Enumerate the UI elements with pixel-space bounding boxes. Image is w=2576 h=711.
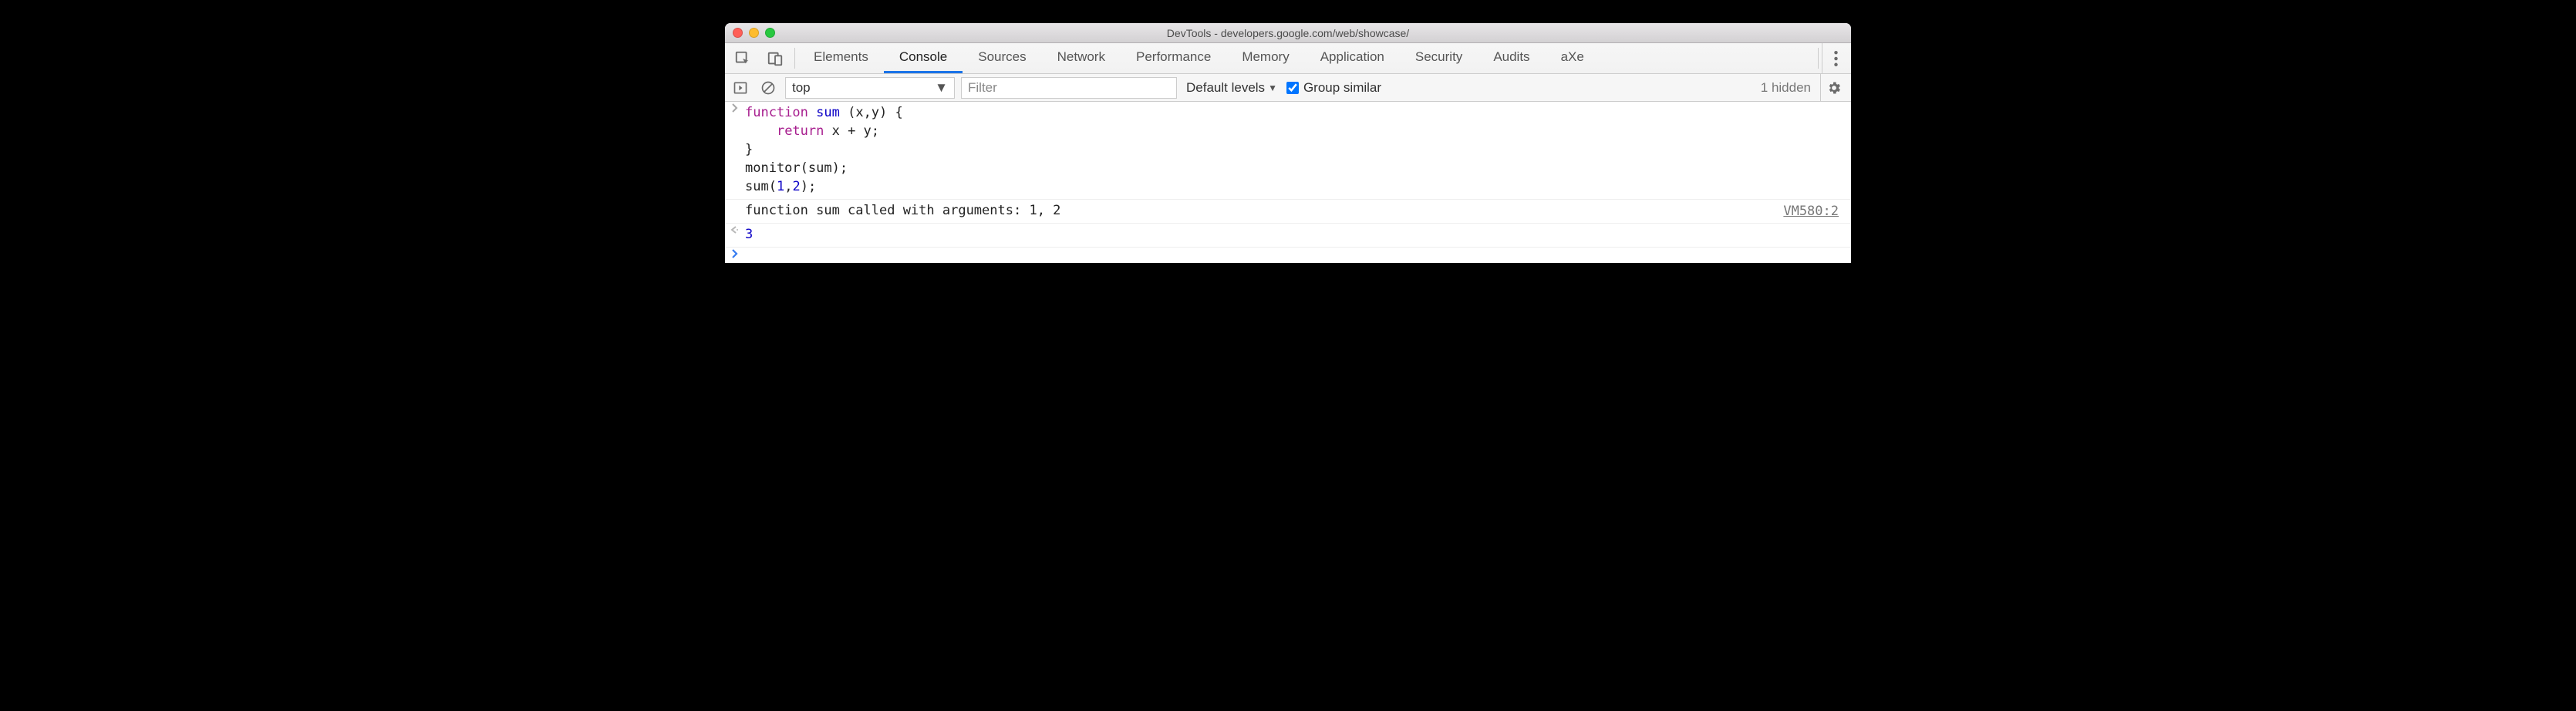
minimize-window-button[interactable]: [749, 28, 759, 38]
tab-audits[interactable]: Audits: [1478, 43, 1545, 73]
code-block[interactable]: function sum (x,y) { return x + y; } mon…: [745, 102, 1851, 199]
devtools-window: DevTools - developers.google.com/web/sho…: [725, 23, 1851, 263]
chevron-down-icon: ▼: [1268, 83, 1277, 93]
panel-tabstrip: Elements Console Sources Network Perform…: [725, 43, 1851, 74]
code-token: ,: [784, 179, 792, 194]
code-token: monitor(sum);: [745, 160, 848, 176]
window-titlebar: DevTools - developers.google.com/web/sho…: [725, 23, 1851, 43]
log-levels-label: Default levels: [1186, 80, 1265, 96]
console-prompt-row[interactable]: [725, 248, 1851, 263]
console-body: function sum (x,y) { return x + y; } mon…: [725, 102, 1851, 263]
clear-console-icon[interactable]: [757, 77, 779, 99]
tabstrip-divider: [794, 48, 795, 69]
console-input[interactable]: [745, 248, 1851, 258]
tab-application[interactable]: Application: [1305, 43, 1400, 73]
code-token: sum(: [745, 179, 777, 194]
code-token: 2: [792, 179, 800, 194]
group-similar-label: Group similar: [1303, 80, 1381, 96]
zoom-window-button[interactable]: [765, 28, 775, 38]
tab-elements[interactable]: Elements: [798, 43, 884, 73]
result-arrow-icon: [725, 224, 745, 247]
inspect-element-icon[interactable]: [727, 43, 759, 73]
code-token: );: [801, 179, 816, 194]
window-title: DevTools - developers.google.com/web/sho…: [725, 27, 1851, 39]
tab-network[interactable]: Network: [1042, 43, 1121, 73]
console-toolbar: top ▼ Default levels ▼ Group similar 1 h…: [725, 74, 1851, 102]
code-token: return: [777, 123, 824, 139]
group-similar-checkbox[interactable]: Group similar: [1286, 80, 1381, 96]
console-result-row: 3: [725, 224, 1851, 248]
prompt-chevron-icon: [725, 248, 745, 258]
tab-sources[interactable]: Sources: [963, 43, 1041, 73]
chevron-down-icon: ▼: [935, 80, 948, 96]
console-log-row: function sum called with arguments: 1, 2…: [725, 200, 1851, 224]
tab-performance[interactable]: Performance: [1121, 43, 1226, 73]
device-toolbar-icon[interactable]: [759, 43, 791, 73]
kebab-menu-icon[interactable]: [1822, 43, 1849, 73]
code-token: x + y;: [824, 123, 879, 139]
execution-context-label: top: [792, 80, 811, 96]
tab-axe[interactable]: aXe: [1546, 43, 1600, 73]
code-token: 1: [777, 179, 784, 194]
execution-context-select[interactable]: top ▼: [785, 77, 955, 99]
filter-input[interactable]: [961, 77, 1177, 99]
tab-memory[interactable]: Memory: [1226, 43, 1304, 73]
log-levels-select[interactable]: Default levels ▼: [1183, 80, 1280, 96]
log-gutter: [725, 200, 745, 223]
group-similar-input[interactable]: [1286, 82, 1299, 94]
log-source-link[interactable]: VM580:2: [1783, 202, 1851, 221]
code-token: (x,y) {: [840, 105, 903, 120]
code-token: }: [745, 142, 753, 157]
traffic-lights: [733, 28, 775, 38]
console-settings-icon[interactable]: [1820, 74, 1846, 101]
tab-console[interactable]: Console: [884, 43, 963, 73]
hidden-messages-count[interactable]: 1 hidden: [1761, 80, 1814, 96]
code-token: sum: [816, 105, 840, 120]
result-value[interactable]: 3: [745, 224, 1851, 247]
code-token: function: [745, 105, 808, 120]
console-input-history: function sum (x,y) { return x + y; } mon…: [725, 102, 1851, 200]
tab-security[interactable]: Security: [1400, 43, 1478, 73]
log-message[interactable]: function sum called with arguments: 1, 2: [745, 200, 1783, 223]
tabstrip-divider-right: [1818, 48, 1819, 69]
close-window-button[interactable]: [733, 28, 743, 38]
toggle-sidebar-icon[interactable]: [730, 77, 751, 99]
input-chevron-icon: [725, 102, 745, 199]
